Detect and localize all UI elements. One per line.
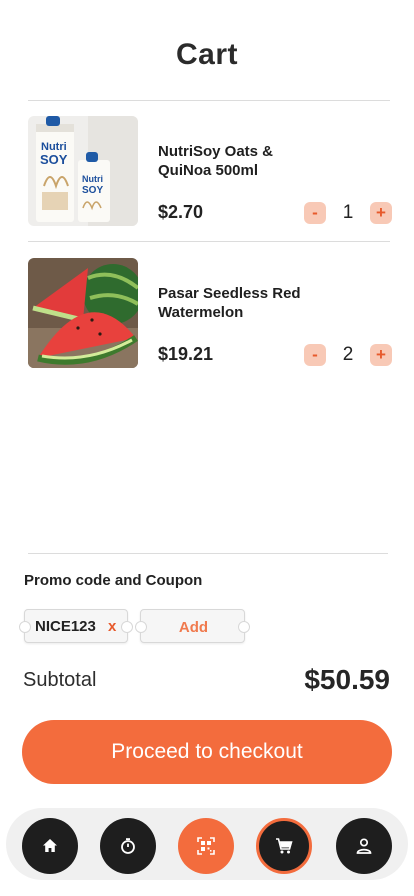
item-divider bbox=[28, 241, 390, 242]
bottom-nav-bar bbox=[6, 808, 408, 880]
profile-icon bbox=[356, 838, 372, 854]
svg-text:SOY: SOY bbox=[82, 185, 103, 196]
nav-cart-button[interactable] bbox=[256, 818, 312, 874]
item-price: $19.21 bbox=[158, 344, 214, 364]
svg-text:Nutri: Nutri bbox=[82, 174, 103, 184]
quantity-stepper: - 1 + bbox=[304, 200, 394, 226]
header-divider bbox=[28, 100, 390, 101]
item-name: NutriSoy Oats & QuiNoa 500ml bbox=[158, 143, 274, 179]
proceed-to-checkout-button[interactable]: Proceed to checkout bbox=[22, 720, 392, 784]
increase-quantity-button[interactable]: + bbox=[370, 344, 392, 366]
applied-coupon: NICE123 x bbox=[19, 609, 133, 643]
nav-home-button[interactable] bbox=[22, 818, 78, 874]
decrease-quantity-button[interactable]: - bbox=[304, 344, 326, 366]
cart-item-nutrisoy: Nutri SOY Nutri SOY NutriSoy Oats & QuiN… bbox=[28, 116, 392, 228]
increase-quantity-button[interactable]: + bbox=[370, 202, 392, 224]
qr-scan-icon bbox=[197, 837, 215, 855]
item-name: Pasar Seedless Red Watermelon bbox=[158, 285, 301, 321]
quantity-value: 2 bbox=[342, 344, 354, 365]
home-icon bbox=[43, 839, 57, 852]
nav-timer-button[interactable] bbox=[100, 818, 156, 874]
remove-coupon-button[interactable]: x bbox=[108, 618, 116, 635]
subtotal-label: Subtotal bbox=[23, 669, 97, 691]
page-title: Cart bbox=[175, 38, 238, 71]
promo-divider bbox=[28, 553, 388, 554]
timer-icon bbox=[121, 838, 135, 854]
promo-section-label: Promo code and Coupon bbox=[24, 572, 203, 589]
add-coupon-button[interactable]: Add bbox=[135, 609, 250, 643]
nav-scan-button[interactable] bbox=[178, 818, 234, 874]
quantity-value: 1 bbox=[342, 202, 354, 223]
coupon-code-text: NICE123 bbox=[35, 618, 96, 635]
nav-profile-button[interactable] bbox=[336, 818, 392, 874]
cart-item-watermelon: Pasar Seedless Red Watermelon $19.21 - 2… bbox=[28, 258, 392, 370]
subtotal-value: $50.59 bbox=[304, 664, 390, 695]
add-coupon-label: Add bbox=[178, 619, 209, 636]
quantity-stepper: - 2 + bbox=[304, 342, 394, 368]
product-image-watermelon bbox=[28, 258, 138, 368]
svg-text:SOY: SOY bbox=[40, 152, 68, 167]
item-price: $2.70 bbox=[158, 202, 204, 222]
product-image-nutrisoy: Nutri SOY Nutri SOY bbox=[28, 116, 138, 226]
cart-icon bbox=[276, 838, 293, 854]
decrease-quantity-button[interactable]: - bbox=[304, 202, 326, 224]
